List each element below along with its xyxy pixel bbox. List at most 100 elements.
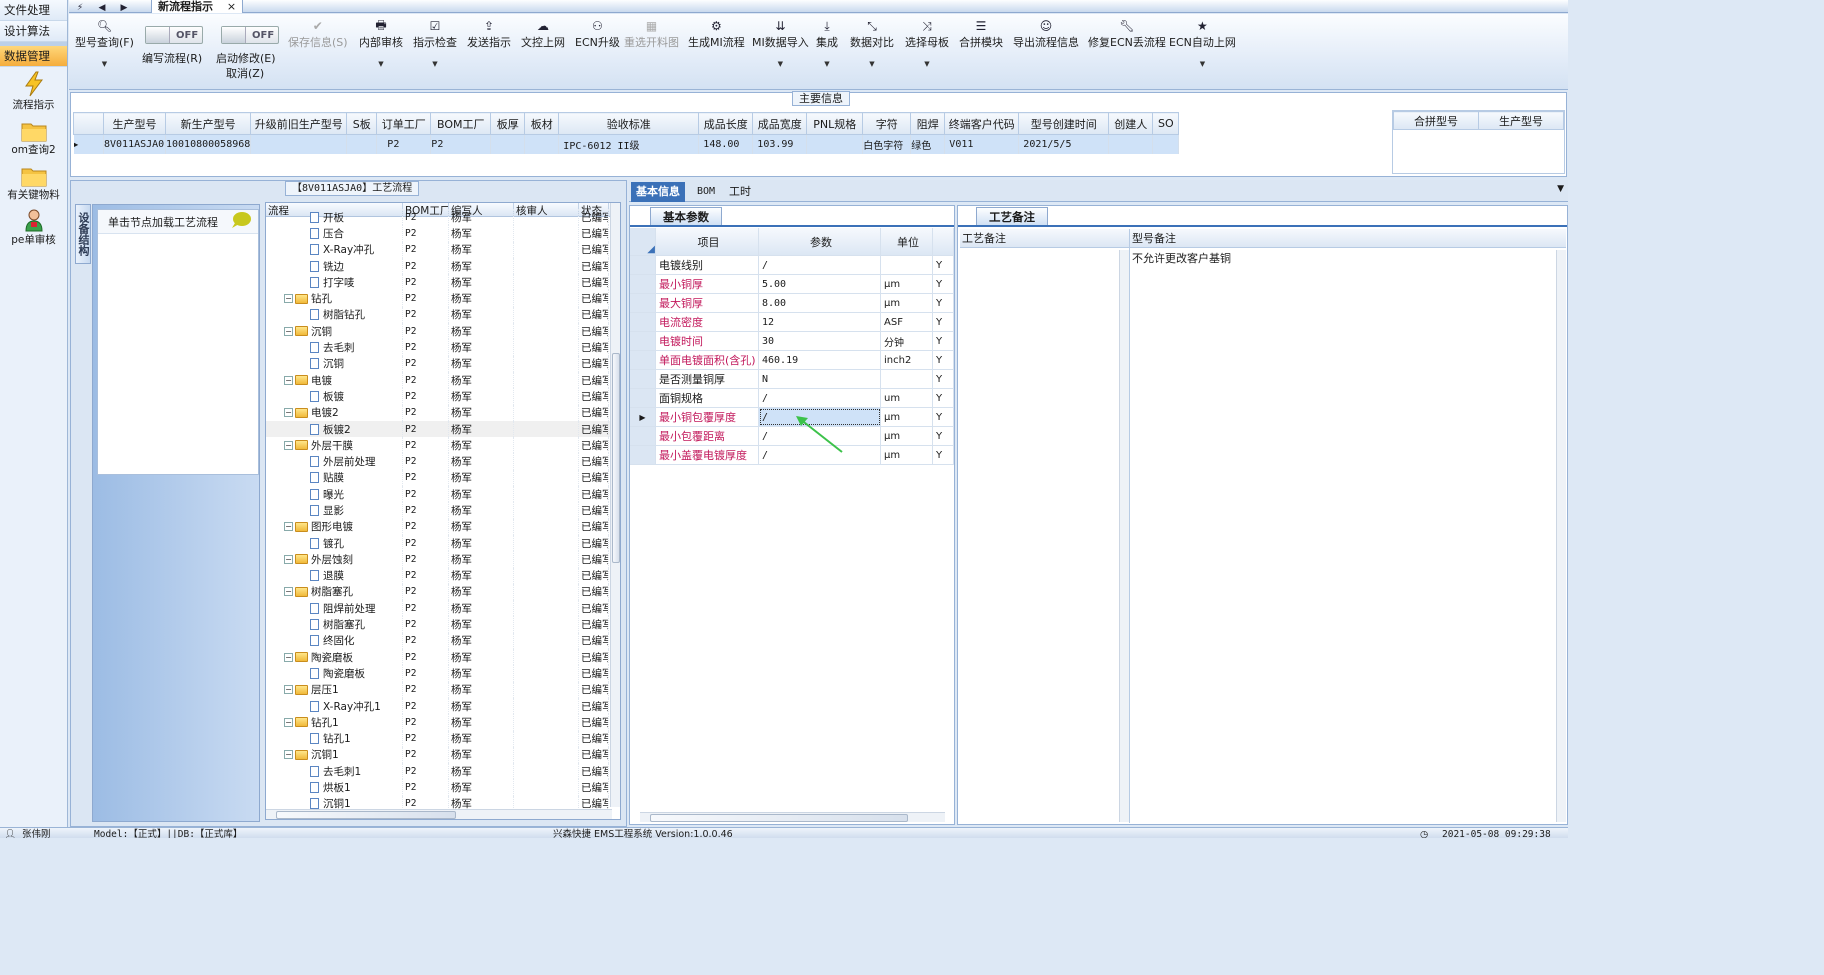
- nav-data-management[interactable]: 数据管理: [0, 46, 67, 67]
- tab-bom[interactable]: BOM: [692, 182, 720, 202]
- collapse-icon[interactable]: −: [284, 375, 293, 385]
- collapse-icon[interactable]: −: [284, 326, 293, 336]
- doc-upload-button[interactable]: ☁ 文控上网: [521, 18, 565, 50]
- cell[interactable]: [1152, 134, 1180, 154]
- tree-row[interactable]: − 图形电镀 P2杨军 已编写: [266, 518, 620, 535]
- param-value-input[interactable]: /: [759, 389, 881, 407]
- equipment-structure-tab[interactable]: 设备结构: [75, 204, 91, 264]
- data-compare-button[interactable]: ⤡ 数据对比 ▼: [850, 18, 894, 69]
- tree-row[interactable]: − 钻孔 P2杨军 已编写: [266, 290, 620, 307]
- params-horizontal-scrollbar[interactable]: [640, 812, 945, 822]
- col-header[interactable]: 阻焊: [910, 112, 946, 135]
- repair-ecn-button[interactable]: 🔧︎ 修复ECN丢流程: [1088, 18, 1166, 50]
- col-header[interactable]: 单位: [881, 228, 933, 255]
- param-value-input[interactable]: 30: [759, 332, 881, 350]
- start-edit-toggle[interactable]: OFF: [221, 26, 279, 44]
- tree-row[interactable]: 外层前处理 P2杨军 已编写: [266, 453, 620, 470]
- reselect-cutting-button[interactable]: ▦ 重选开料图: [624, 18, 679, 50]
- col-header[interactable]: 终端客户代码: [944, 112, 1020, 135]
- col-header[interactable]: 订单工厂: [376, 112, 432, 135]
- collapse-icon[interactable]: −: [284, 685, 293, 695]
- tree-row[interactable]: − 树脂塞孔 P2杨军 已编写: [266, 583, 620, 601]
- tree-row[interactable]: 铣边 P2杨军 已编写: [266, 257, 620, 275]
- internal-review-button[interactable]: 🖶 内部审核 ▼: [359, 18, 403, 69]
- col-header[interactable]: 板材: [524, 112, 560, 135]
- collapse-icon[interactable]: −: [284, 717, 293, 727]
- merge-module-button[interactable]: ☰ 合拼模块: [959, 18, 1003, 50]
- tree-row[interactable]: 压合 P2杨军 已编写: [266, 225, 620, 242]
- model-remark-text[interactable]: 不允许更改客户基铜: [1130, 248, 1566, 268]
- col-header[interactable]: 生产型号: [1478, 111, 1564, 130]
- section-tab-remarks[interactable]: 工艺备注: [976, 207, 1048, 225]
- tree-row[interactable]: − 电镀 P2杨军 已编写: [266, 371, 620, 389]
- ecn-upgrade-button[interactable]: ⚇ ECN升级: [575, 18, 620, 50]
- param-row[interactable]: 最小铜厚 5.00 μm Y: [630, 275, 954, 294]
- tree-row[interactable]: 终固化 P2杨军 已编写: [266, 632, 620, 650]
- col-header[interactable]: S板: [346, 112, 378, 135]
- cell[interactable]: [346, 134, 378, 154]
- col-header[interactable]: 成品宽度: [752, 112, 808, 135]
- col-header[interactable]: 参数: [759, 228, 881, 255]
- cancel-button[interactable]: 取消(Z): [226, 65, 264, 81]
- param-value-input[interactable]: 12: [759, 313, 881, 331]
- cell[interactable]: 8V011ASJA0: [103, 134, 166, 154]
- cell[interactable]: IPC-6012 II级: [558, 134, 700, 154]
- col-header[interactable]: SO: [1152, 112, 1180, 135]
- cell[interactable]: [524, 134, 560, 154]
- tree-horizontal-scrollbar[interactable]: [266, 809, 612, 819]
- collapse-icon[interactable]: −: [284, 440, 293, 450]
- integrate-button[interactable]: ⤓ 集成 ▼: [816, 18, 838, 69]
- col-header[interactable]: 字符: [862, 112, 912, 135]
- col-header[interactable]: 验收标准: [558, 112, 700, 135]
- tab-work-hours[interactable]: 工时: [724, 182, 756, 202]
- tree-row[interactable]: 板镀 P2杨军 已编写: [266, 388, 620, 405]
- chevron-down-icon[interactable]: ▼: [1557, 184, 1564, 194]
- tree-row[interactable]: 阻焊前处理 P2杨军 已编写: [266, 600, 620, 617]
- app-key-material[interactable]: 有关键物料: [0, 161, 67, 202]
- mi-import-button[interactable]: ⇊ MI数据导入 ▼: [752, 18, 809, 68]
- cell[interactable]: 2021/5/5: [1018, 134, 1110, 154]
- select-mother-board-button[interactable]: ⤨ 选择母板 ▼: [905, 18, 949, 69]
- col-header[interactable]: 成品长度: [698, 112, 754, 135]
- indicator-check-button[interactable]: ☑ 指示检查 ▼: [413, 18, 457, 68]
- param-value-input[interactable]: 5.00: [759, 275, 881, 293]
- scroll-thumb[interactable]: [276, 811, 456, 819]
- tree-row[interactable]: 陶瓷磨板 P2杨军 已编写: [266, 665, 620, 682]
- cell[interactable]: V011: [944, 134, 1020, 154]
- param-row[interactable]: 电流密度 12 ASF Y: [630, 313, 954, 332]
- collapse-icon[interactable]: −: [284, 522, 293, 532]
- param-row[interactable]: 面铜规格 / um Y: [630, 389, 954, 408]
- table-row[interactable]: ▶ 8V011ASJA0 10010800058968 P2 P2 IPC-60…: [73, 134, 1180, 154]
- cell[interactable]: 10010800058968: [165, 134, 252, 154]
- col-header[interactable]: 型号创建时间: [1018, 112, 1110, 135]
- tree-row[interactable]: − 沉铜 P2杨军 已编写: [266, 323, 620, 340]
- export-flow-button[interactable]: ☺ 导出流程信息: [1013, 18, 1079, 50]
- col-header[interactable]: PNL规格: [806, 112, 864, 135]
- tree-row[interactable]: 去毛刺 P2杨军 已编写: [266, 339, 620, 356]
- param-row[interactable]: 最大铜厚 8.00 μm Y: [630, 294, 954, 313]
- tree-row[interactable]: − 沉铜1 P2杨军 已编写: [266, 746, 620, 764]
- tree-row[interactable]: 树脂钻孔 P2杨军 已编写: [266, 306, 620, 324]
- tree-row[interactable]: 沉铜 P2杨军 已编写: [266, 355, 620, 372]
- process-remark-area[interactable]: 工艺备注: [960, 229, 1130, 823]
- remark-scrollbar[interactable]: [1119, 250, 1129, 822]
- col-header[interactable]: BOM工厂: [430, 112, 492, 135]
- col-header[interactable]: 创建人: [1108, 112, 1154, 135]
- tree-row[interactable]: 贴膜 P2杨军 已编写: [266, 469, 620, 487]
- cell[interactable]: 绿色: [910, 134, 946, 154]
- tab-basic-info[interactable]: 基本信息: [631, 182, 685, 202]
- tree-row[interactable]: X-Ray冲孔1 P2杨军 已编写: [266, 697, 620, 715]
- model-remark-scrollbar[interactable]: [1556, 250, 1566, 822]
- cell[interactable]: [1108, 134, 1154, 154]
- tree-row[interactable]: 显影 P2杨军 已编写: [266, 502, 620, 519]
- col-header[interactable]: 升级前旧生产型号: [250, 112, 348, 135]
- tree-row[interactable]: 开板 P2杨军 已编写: [266, 209, 620, 226]
- param-value-input[interactable]: N: [759, 370, 881, 388]
- generate-mi-button[interactable]: ⚙ 生成MI流程: [688, 18, 745, 50]
- tree-row[interactable]: X-Ray冲孔 P2杨军 已编写: [266, 241, 620, 258]
- model-query-button[interactable]: 🔍︎ 型号查询(F) ▼: [75, 18, 134, 68]
- tree-row[interactable]: 烘板1 P2杨军 已编写: [266, 779, 620, 796]
- col-header[interactable]: 合拼型号: [1393, 111, 1479, 130]
- scroll-thumb[interactable]: [612, 353, 620, 563]
- tab-new-flow[interactable]: 新流程指示 ×: [151, 0, 244, 13]
